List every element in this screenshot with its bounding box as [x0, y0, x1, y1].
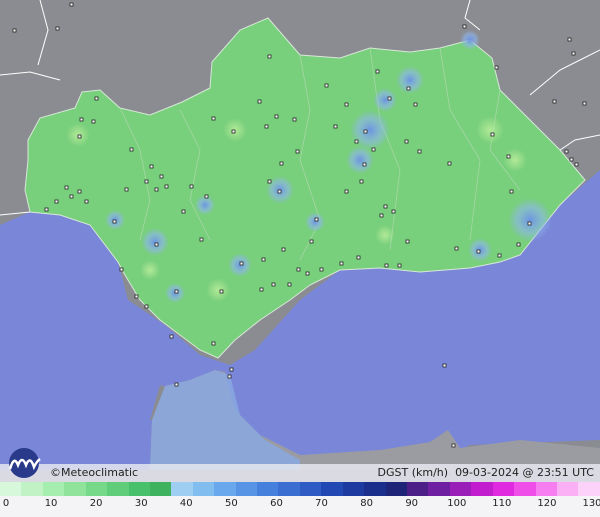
color-scale-tick: 60 [270, 498, 283, 509]
color-scale-tick: 80 [360, 498, 373, 509]
color-scale-swatch [449, 482, 472, 496]
timestamp-label: 09-03-2024 @ 23:51 UTC [455, 466, 594, 479]
color-scale-swatch [492, 482, 515, 496]
brand-label: ©Meteoclimatic [50, 466, 138, 479]
color-scale-tick: 130 [582, 498, 600, 509]
color-scale-swatch [278, 482, 300, 496]
color-scale-bar [0, 482, 600, 496]
color-scale-swatch [471, 482, 493, 496]
color-scale-swatch [342, 482, 365, 496]
brand-name: Meteoclimatic [61, 466, 139, 479]
color-scale-tick: 120 [537, 498, 557, 509]
map-info: DGST (km/h) 09-03-2024 @ 23:51 UTC [378, 466, 594, 479]
color-scale-tick: 70 [315, 498, 328, 509]
color-scale-swatch [556, 482, 579, 496]
color-scale-swatch [535, 482, 557, 496]
color-scale-tick: 110 [492, 498, 512, 509]
color-scale-swatch [385, 482, 408, 496]
color-scale-swatch [21, 482, 43, 496]
color-scale-swatch [514, 482, 536, 496]
color-scale-swatch [64, 482, 86, 496]
color-scale-swatch [214, 482, 236, 496]
color-scale-swatch [321, 482, 343, 496]
color-scale-swatch [85, 482, 108, 496]
color-scale-swatch [107, 482, 129, 496]
meteoclimatic-logo [8, 448, 41, 478]
color-scale-swatch [0, 482, 22, 496]
color-scale-tick: 40 [179, 498, 193, 509]
color-scale-tick: 90 [405, 498, 419, 509]
variable-label: DGST (km/h) [377, 466, 449, 479]
color-scale: 0 10 20 30 40 50 60 70 80 90 100 110 120 130 [0, 482, 600, 517]
color-scale-tick: 50 [225, 498, 238, 509]
color-scale-swatch [42, 482, 65, 496]
wind-gust-map [0, 0, 600, 517]
color-scale-swatch [149, 482, 172, 496]
color-scale-ticks: 0 10 20 30 40 50 60 70 80 90 100 110 120 130 [0, 498, 600, 512]
color-scale-swatch [428, 482, 450, 496]
color-scale-tick: 30 [134, 498, 148, 509]
color-scale-swatch [171, 482, 193, 496]
color-scale-swatch [364, 482, 386, 496]
color-scale-swatch [128, 482, 150, 496]
color-scale-tick: 10 [44, 498, 58, 509]
color-scale-tick: 20 [89, 498, 103, 509]
color-scale-swatch [407, 482, 429, 496]
color-scale-swatch [192, 482, 215, 496]
color-scale-tick: 100 [447, 498, 467, 509]
color-scale-swatch [578, 482, 600, 496]
color-scale-swatch [235, 482, 258, 496]
color-scale-tick: 0 [2, 498, 10, 509]
color-scale-swatch [257, 482, 279, 496]
color-scale-swatch [299, 482, 322, 496]
copyright-symbol: © [50, 466, 61, 479]
